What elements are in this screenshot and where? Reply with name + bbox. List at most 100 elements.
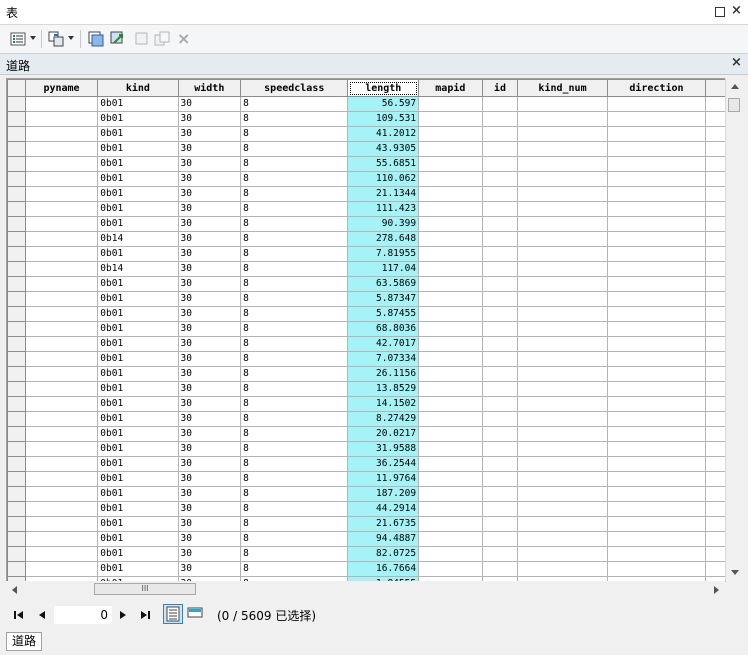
cell-id[interactable]	[481, 351, 519, 367]
row-selector[interactable]	[7, 171, 26, 187]
cell-length[interactable]: 20.0217	[347, 426, 420, 442]
cell-mapid[interactable]	[418, 456, 483, 472]
scroll-up-icon[interactable]	[731, 84, 739, 89]
horizontal-scrollbar[interactable]: III	[6, 581, 725, 598]
table-row[interactable]: 0b01 30 8 56.597	[7, 96, 726, 112]
table-row[interactable]: 0b01 30 8 11.9764	[7, 471, 726, 487]
cell-width[interactable]: 30	[177, 501, 242, 517]
cell-direction[interactable]	[606, 171, 707, 187]
cell-pyname[interactable]	[24, 111, 99, 127]
cell-direction[interactable]	[606, 156, 707, 172]
cell-width[interactable]: 30	[177, 231, 242, 247]
row-selector[interactable]	[7, 561, 26, 577]
row-selector[interactable]	[7, 516, 26, 532]
row-selector[interactable]	[7, 261, 26, 277]
cell-mapid[interactable]	[418, 216, 483, 232]
cell-length[interactable]: 42.7017	[347, 336, 420, 352]
cell-id[interactable]	[481, 111, 519, 127]
cell-id[interactable]	[481, 231, 519, 247]
cell-width[interactable]: 30	[177, 546, 242, 562]
cell-length[interactable]: 94.4887	[347, 531, 420, 547]
cell-width[interactable]: 30	[177, 156, 242, 172]
table-row[interactable]: 0b01 30 8 109.531	[7, 111, 726, 127]
cell-mapid[interactable]	[418, 336, 483, 352]
table-row[interactable]: 0b01 30 8 5.87455	[7, 306, 726, 322]
cell-length[interactable]: 21.6735	[347, 516, 420, 532]
table-row[interactable]: 0b01 30 8 41.2012	[7, 126, 726, 142]
cell-kind[interactable]: 0b01	[97, 411, 179, 427]
cell-kind-num[interactable]	[517, 501, 608, 517]
cell-speedclass[interactable]: 8	[240, 441, 349, 457]
cell-id[interactable]	[481, 216, 519, 232]
cell-direction[interactable]	[606, 261, 707, 277]
cell-mapid[interactable]	[418, 381, 483, 397]
related-tables-dropdown-icon[interactable]	[68, 36, 74, 40]
cell-kind[interactable]: 0b01	[97, 441, 179, 457]
row-selector[interactable]	[7, 306, 26, 322]
cell-pyname[interactable]	[24, 411, 99, 427]
cell-id[interactable]	[481, 246, 519, 262]
cell-width[interactable]: 30	[177, 261, 242, 277]
cell-direction[interactable]	[606, 501, 707, 517]
cell-id[interactable]	[481, 201, 519, 217]
column-header-width[interactable]: width	[177, 79, 242, 97]
table-row[interactable]: 0b01 30 8 7.07334	[7, 351, 726, 367]
cell-id[interactable]	[481, 456, 519, 472]
cell-pyname[interactable]	[24, 501, 99, 517]
cell-length[interactable]: 7.81955	[347, 246, 420, 262]
cell-kind-num[interactable]	[517, 426, 608, 442]
cell-id[interactable]	[481, 531, 519, 547]
cell-id[interactable]	[481, 96, 519, 112]
cell-direction[interactable]	[606, 456, 707, 472]
cell-direction[interactable]	[606, 471, 707, 487]
cell-speedclass[interactable]: 8	[240, 291, 349, 307]
cell-pyname[interactable]	[24, 516, 99, 532]
row-selector[interactable]	[7, 351, 26, 367]
cell-speedclass[interactable]: 8	[240, 396, 349, 412]
cell-kind-num[interactable]	[517, 96, 608, 112]
cell-kind[interactable]: 0b01	[97, 531, 179, 547]
scroll-right-icon[interactable]	[714, 586, 719, 594]
cell-length[interactable]: 5.87455	[347, 306, 420, 322]
row-selector[interactable]	[7, 201, 26, 217]
cell-pyname[interactable]	[24, 246, 99, 262]
cell-id[interactable]	[481, 561, 519, 577]
cell-direction[interactable]	[606, 96, 707, 112]
cell-width[interactable]: 30	[177, 201, 242, 217]
cell-id[interactable]	[481, 156, 519, 172]
cell-kind[interactable]: 0b01	[97, 186, 179, 202]
table-row[interactable]: 0b14 30 8 117.04	[7, 261, 726, 277]
cell-kind-num[interactable]	[517, 336, 608, 352]
cell-speedclass[interactable]: 8	[240, 471, 349, 487]
cell-mapid[interactable]	[418, 531, 483, 547]
row-selector[interactable]	[7, 156, 26, 172]
cell-mapid[interactable]	[418, 186, 483, 202]
table-row[interactable]: 0b01 30 8 94.4887	[7, 531, 726, 547]
cell-pyname[interactable]	[24, 426, 99, 442]
table-row[interactable]: 0b01 30 8 44.2914	[7, 501, 726, 517]
cell-speedclass[interactable]: 8	[240, 186, 349, 202]
cell-kind-num[interactable]	[517, 411, 608, 427]
cell-mapid[interactable]	[418, 471, 483, 487]
cell-kind[interactable]: 0b01	[97, 141, 179, 157]
cell-speedclass[interactable]: 8	[240, 141, 349, 157]
cell-kind[interactable]: 0b01	[97, 126, 179, 142]
cell-kind[interactable]: 0b01	[97, 516, 179, 532]
cell-id[interactable]	[481, 381, 519, 397]
cell-id[interactable]	[481, 411, 519, 427]
cell-kind-num[interactable]	[517, 126, 608, 142]
cell-width[interactable]: 30	[177, 381, 242, 397]
cell-mapid[interactable]	[418, 156, 483, 172]
table-row[interactable]: 0b01 30 8 7.81955	[7, 246, 726, 262]
cell-mapid[interactable]	[418, 261, 483, 277]
row-selector[interactable]	[7, 531, 26, 547]
cell-mapid[interactable]	[418, 351, 483, 367]
cell-kind-num[interactable]	[517, 456, 608, 472]
cell-length[interactable]: 41.2012	[347, 126, 420, 142]
cell-mapid[interactable]	[418, 441, 483, 457]
cell-length[interactable]: 31.9588	[347, 441, 420, 457]
cell-width[interactable]: 30	[177, 126, 242, 142]
cell-width[interactable]: 30	[177, 186, 242, 202]
row-selector[interactable]	[7, 186, 26, 202]
cell-mapid[interactable]	[418, 246, 483, 262]
